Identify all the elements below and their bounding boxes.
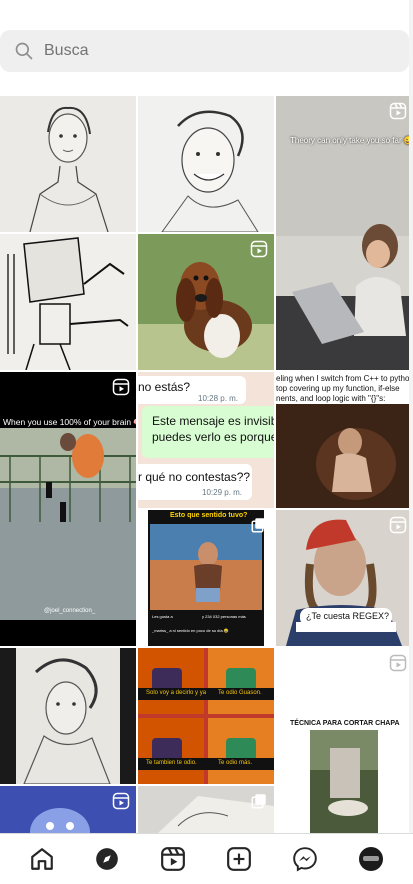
profile-avatar — [359, 847, 383, 871]
reels-icon — [112, 378, 130, 396]
post-tile-reel-laptop[interactable]: Theory can only take you so far 😅 — [276, 96, 413, 370]
reels-icon — [389, 516, 407, 534]
post-caption: Esto que sentido tuvo? — [170, 512, 248, 519]
nav-profile[interactable] — [356, 844, 386, 874]
post-thumbnail — [138, 96, 274, 232]
create-icon — [227, 847, 251, 871]
post-tile-lego-comic[interactable]: Solo voy a decirlo y ya Te odio Guason. … — [138, 648, 274, 784]
post-tile-portrait-sketch[interactable] — [0, 648, 136, 784]
reel-handle: @joel_connection_ — [44, 608, 96, 614]
subtitle: Te tambien te odio. — [146, 760, 197, 766]
post-thumbnail — [0, 648, 136, 784]
meme-text: nents, and loop logic with "{}"s: — [276, 394, 386, 403]
bottom-nav — [0, 833, 413, 884]
post-tile-reel-chapa[interactable]: TÉCNICA PARA CORTAR CHAPA — [276, 648, 413, 833]
chat-line: Este mensaje es invisibl — [152, 414, 274, 428]
reel-caption: When you use 100% of your brain 🧠 — [3, 417, 136, 427]
nav-messenger[interactable] — [290, 844, 320, 874]
reel-caption: Theory can only take you so far 😅 — [290, 136, 413, 145]
reel-caption: TÉCNICA PARA CORTAR CHAPA — [290, 720, 400, 727]
post-tile-insta-screenshot[interactable]: Esto que sentido tuvo? Les gusta a y 234… — [138, 510, 274, 646]
post-tile-basset-hound[interactable] — [138, 234, 274, 370]
search-bar[interactable] — [0, 30, 413, 72]
post-tile-chat-meme[interactable]: no estás? 10:28 p. m. Este mensaje es in… — [138, 372, 274, 508]
search-box[interactable] — [0, 30, 409, 72]
search-icon — [15, 42, 33, 60]
post-tile-sketch-girl[interactable] — [0, 96, 136, 232]
meme-text: eling when I switch from C++ to pytho — [276, 374, 410, 383]
reels-icon — [389, 102, 407, 120]
reels-icon — [389, 654, 407, 672]
likes-text: Les gusta a — [152, 614, 173, 619]
reels-icon — [112, 792, 130, 810]
search-input[interactable] — [44, 30, 384, 72]
post-tile-sketchbook[interactable] — [138, 786, 274, 833]
post-thumbnail — [0, 96, 136, 232]
comment-text: _mariss_ a ni sentido en poco de su día … — [152, 628, 229, 633]
post-thumbnail — [276, 648, 413, 833]
nav-home[interactable] — [27, 844, 57, 874]
explore-icon — [96, 848, 118, 870]
chat-line: no estás? — [138, 380, 191, 394]
carousel-icon — [251, 794, 266, 809]
nav-explore[interactable] — [92, 844, 122, 874]
reels-icon — [250, 240, 268, 258]
reel-caption: ¿Te cuesta REGEX? — [306, 611, 390, 621]
post-thumbnail — [0, 372, 136, 646]
subtitle: Te odio más. — [218, 760, 253, 766]
explore-grid: Theory can only take you so far 😅 no est… — [0, 96, 413, 833]
post-tile-reel-brain[interactable]: When you use 100% of your brain 🧠 @joel_… — [0, 372, 136, 646]
chat-line: r qué no contestas?? — [138, 470, 251, 484]
scrollbar[interactable] — [409, 0, 413, 833]
messenger-icon — [293, 847, 317, 872]
subtitle: Solo voy a decirlo y ya — [146, 690, 207, 696]
likes-count: y 234 032 personas más — [202, 614, 246, 619]
post-tile-sketch-smile[interactable] — [138, 96, 274, 232]
chat-time: 10:28 p. m. — [198, 394, 239, 403]
post-thumbnail — [0, 234, 136, 370]
post-tile-reel-regex[interactable]: ¿Te cuesta REGEX? — [276, 510, 413, 646]
post-tile-python-meme[interactable]: eling when I switch from C++ to pytho to… — [276, 372, 413, 508]
home-icon — [31, 848, 53, 870]
nav-create[interactable] — [224, 844, 254, 874]
reels-icon — [161, 847, 185, 871]
subtitle: Te odio Guason. — [218, 690, 262, 696]
meme-text: top covering up my function, if-else — [276, 384, 400, 393]
carousel-icon — [251, 518, 266, 533]
nav-reels[interactable] — [158, 844, 188, 874]
chat-line: puedes verlo es porque — [152, 430, 274, 444]
post-tile-cartoon[interactable] — [0, 786, 136, 833]
chat-time: 10:29 p. m. — [202, 488, 243, 497]
post-tile-robot-sketch[interactable] — [0, 234, 136, 370]
